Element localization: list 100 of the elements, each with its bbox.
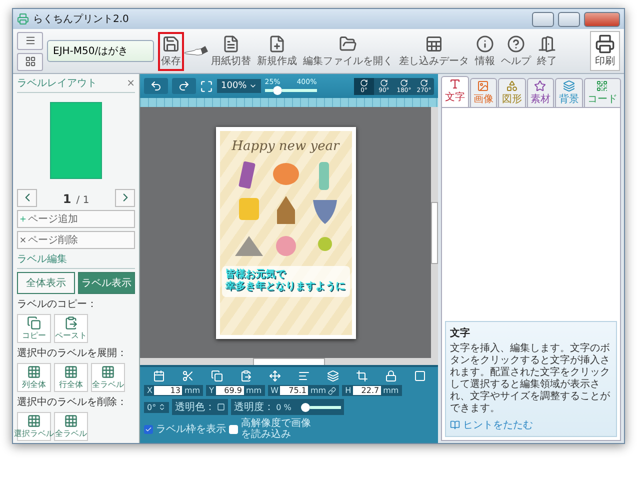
- check-icon: [145, 426, 152, 432]
- next-page-button[interactable]: [115, 188, 135, 206]
- horizontal-scrollbar[interactable]: [140, 358, 438, 365]
- checkbox[interactable]: [229, 424, 238, 434]
- label-tool-button[interactable]: 行全体: [54, 363, 88, 392]
- info-icon: [476, 34, 494, 52]
- number-field[interactable]: 75.1: [280, 386, 308, 395]
- field-label: X: [147, 386, 152, 395]
- opacity-slider[interactable]: [301, 402, 342, 412]
- page-button[interactable]: ページ削除: [17, 231, 135, 249]
- layers-icon: [562, 80, 575, 92]
- vertical-scrollbar[interactable]: [431, 107, 438, 358]
- number-field[interactable]: 22.7: [353, 386, 382, 395]
- greeting-text: Happy new year: [232, 138, 340, 154]
- page-button[interactable]: ページ追加: [17, 210, 135, 228]
- color-swatch-icon[interactable]: [217, 403, 226, 411]
- qr-code-icon: [596, 80, 608, 92]
- plus-icon: [19, 215, 27, 223]
- rotation-value: 0°: [147, 402, 156, 412]
- grid-icon: [64, 365, 78, 379]
- redo-icon: [178, 80, 190, 92]
- transparent-color-label: 透明色：: [175, 400, 216, 414]
- zoom-dropdown[interactable]: 100%: [217, 79, 261, 93]
- view-button[interactable]: ラベル表示: [78, 272, 135, 294]
- layers-icon[interactable]: [326, 370, 338, 382]
- previous-page-button[interactable]: [17, 188, 37, 206]
- grid-icon: [27, 365, 41, 379]
- toolbar-button[interactable]: 差し込みデータ: [396, 32, 472, 70]
- checkbox-label: ラベル枠を表示: [156, 422, 226, 436]
- group-label: 選択中のラベルを削除：: [17, 396, 128, 409]
- link-icon[interactable]: [328, 386, 336, 394]
- redo-button[interactable]: [172, 78, 196, 94]
- toolbar-button[interactable]: 保存: [158, 32, 184, 70]
- lock-icon[interactable]: [384, 370, 396, 382]
- grid-button[interactable]: [17, 52, 43, 70]
- slider-thumb[interactable]: [301, 402, 310, 412]
- hint-title: 文字: [450, 326, 471, 340]
- message-text: 皆様お元気で 幸多き年となりますように: [222, 266, 350, 296]
- number-field[interactable]: 13: [154, 386, 182, 395]
- scissors-icon[interactable]: [182, 370, 194, 382]
- rotate-icon: [360, 78, 368, 86]
- align-icon[interactable]: [298, 370, 310, 382]
- toolbar-button[interactable]: 終了: [534, 32, 560, 70]
- close-button[interactable]: ×: [126, 78, 135, 88]
- number-field[interactable]: 69.9: [216, 386, 244, 395]
- unit-label: mm: [383, 386, 399, 395]
- tool-tab[interactable]: 背景: [555, 78, 582, 107]
- copy-icon: [27, 316, 41, 330]
- menu-button[interactable]: [17, 32, 43, 50]
- checkbox[interactable]: [144, 424, 153, 434]
- group-label: ラベルのコピー：: [17, 298, 98, 311]
- grid-icon: [27, 414, 41, 428]
- image-icon: [477, 80, 490, 92]
- label-tool-button[interactable]: コピー: [17, 314, 51, 343]
- copy-icon[interactable]: [210, 370, 222, 382]
- tool-tab[interactable]: 素材: [526, 78, 554, 107]
- move-icon[interactable]: [268, 370, 280, 382]
- square-icon[interactable]: [414, 370, 426, 382]
- table-icon: [425, 34, 443, 52]
- menu-icon: [24, 35, 36, 46]
- zoom-slider[interactable]: [264, 86, 317, 94]
- opacity-label: 透明度：: [234, 400, 274, 414]
- field-label: W: [270, 386, 278, 395]
- field-label: H: [345, 386, 352, 395]
- crop-icon[interactable]: [356, 370, 368, 382]
- tool-tab[interactable]: 図形: [498, 78, 526, 107]
- toolbar-button[interactable]: 情報: [472, 32, 498, 70]
- spinner-icon[interactable]: [158, 403, 166, 411]
- toolbar-button[interactable]: 用紙切替: [208, 32, 254, 70]
- collapse-hint-link[interactable]: ヒントをたたむ: [450, 418, 612, 432]
- label-tool-button[interactable]: ペースト: [54, 314, 88, 343]
- label-tool-button[interactable]: 列全体: [17, 363, 51, 392]
- maximize-button[interactable]: [558, 12, 580, 26]
- tool-tab[interactable]: コード: [584, 78, 621, 107]
- checkbox-label: 高解像度で画像を読み込み: [241, 418, 311, 440]
- toolbar-button[interactable]: ヘルプ: [498, 32, 534, 70]
- field-label: Y: [209, 386, 214, 395]
- rotate-icon: [380, 78, 388, 86]
- pointing-hand-drawing: [184, 44, 208, 58]
- book-icon: [450, 420, 460, 430]
- close-button[interactable]: [584, 12, 620, 26]
- minimize-button[interactable]: [532, 12, 554, 26]
- printer-icon: [595, 34, 615, 54]
- help-icon: [507, 34, 525, 52]
- paste-icon[interactable]: [240, 370, 252, 382]
- calendar-icon[interactable]: [152, 370, 164, 382]
- view-button[interactable]: 全体表示: [17, 272, 74, 294]
- tool-tab[interactable]: 文字: [441, 76, 468, 107]
- label-tool-button[interactable]: 全ラベル: [91, 363, 125, 392]
- undo-button[interactable]: [144, 78, 168, 94]
- printer-field[interactable]: EJH-M50/はがき: [47, 40, 154, 62]
- print-button[interactable]: 印刷: [590, 31, 620, 71]
- rotate-icon: [420, 78, 428, 86]
- unit-label: mm: [246, 386, 262, 395]
- label-tool-button[interactable]: 全ラベル: [54, 412, 88, 441]
- slider-thumb[interactable]: [273, 86, 282, 94]
- page-number: 1: [62, 192, 72, 206]
- toolbar-button[interactable]: 編集ファイルを開く: [300, 32, 396, 70]
- toolbar-button[interactable]: 新規作成: [254, 32, 300, 70]
- fit-icon[interactable]: [200, 80, 213, 92]
